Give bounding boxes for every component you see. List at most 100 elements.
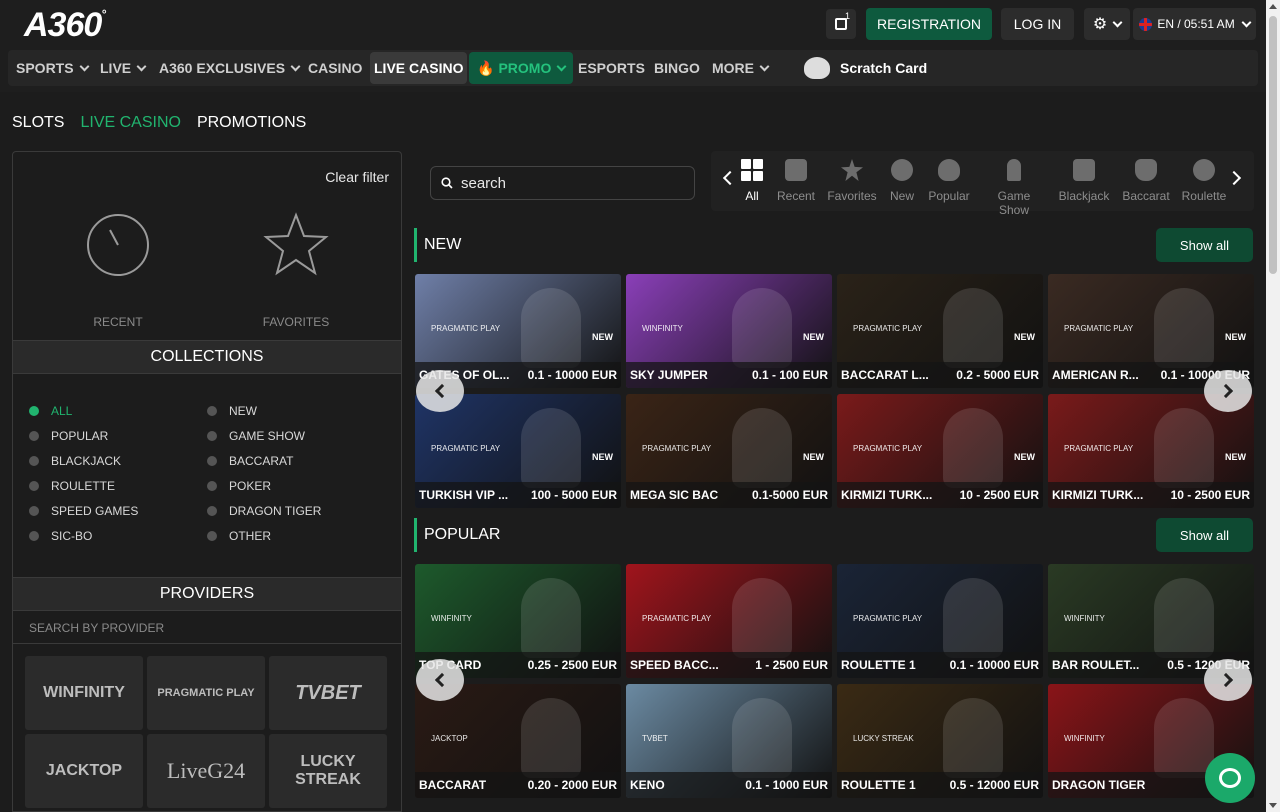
gear-icon: ⚙ xyxy=(1092,16,1108,33)
collection-item[interactable]: POPULAR xyxy=(29,429,207,443)
collection-item[interactable]: OTHER xyxy=(207,528,385,543)
dealer-image xyxy=(943,578,1003,658)
game-card[interactable]: PRAGMATIC PLAY NEW MEGA SIC BAC 0.1-5000 EU… xyxy=(626,394,832,508)
game-card[interactable]: JACKTOP BACCARAT 0.20 - 2000 EUR xyxy=(415,684,621,798)
dealer-image xyxy=(732,408,792,488)
nav-live[interactable]: LIVE xyxy=(96,52,149,84)
scrollbar-thumb[interactable] xyxy=(1269,16,1277,274)
radio-dot-icon xyxy=(207,455,217,466)
recent-filter[interactable]: RECENT xyxy=(73,212,163,329)
gift-button[interactable]: 1 xyxy=(826,9,856,39)
collection-item[interactable]: BACCARAT xyxy=(207,454,385,468)
chevron-down-icon xyxy=(1112,17,1123,27)
scratch-card-label: Scratch Card xyxy=(840,60,928,76)
page-scrollbar[interactable] xyxy=(1266,0,1280,812)
game-info-bar: ROULETTE 1 0.1 - 10000 EUR xyxy=(837,652,1043,678)
game-card[interactable]: PRAGMATIC PLAY ROULETTE 1 0.1 - 10000 EUR xyxy=(837,564,1043,678)
collection-label: GAME SHOW xyxy=(229,428,306,443)
radio-dot-icon xyxy=(29,530,39,541)
game-card[interactable]: TVBET KENO 0.1 - 1000 EUR xyxy=(626,684,832,798)
provider-tag: PRAGMATIC PLAY xyxy=(853,324,923,333)
scroll-up-icon[interactable] xyxy=(1269,4,1277,9)
collection-item[interactable]: ROULETTE xyxy=(29,479,207,493)
provider-pragmatic-play[interactable]: PRAGMATIC PLAY xyxy=(147,656,265,730)
game-name: BACCARAT xyxy=(419,778,487,792)
game-info-bar: KIRMIZI TURK... 10 - 2500 EUR xyxy=(1048,482,1254,508)
collection-item[interactable]: SIC-BO xyxy=(29,529,207,543)
game-name: KENO xyxy=(630,778,665,792)
language-time-button[interactable]: EN / 05:51 AM xyxy=(1133,8,1256,40)
microphone-icon xyxy=(1007,159,1021,181)
settings-button[interactable]: ⚙ xyxy=(1084,8,1130,40)
new-badge-icon xyxy=(891,159,913,181)
collection-item[interactable]: GAME SHOW xyxy=(207,428,385,443)
tab-live-casino[interactable]: LIVE CASINO xyxy=(80,114,180,132)
game-card[interactable]: PRAGMATIC PLAY NEW BACCARAT L... 0.2 - 5000… xyxy=(837,274,1043,388)
nav-bingo[interactable]: BINGO xyxy=(650,52,704,84)
favorites-filter[interactable]: FAVORITES xyxy=(251,212,341,329)
category-roulette[interactable]: Roulette xyxy=(1174,159,1234,203)
category-blackjack[interactable]: Blackjack xyxy=(1054,159,1114,203)
provider-liveg24[interactable]: LiveG24 xyxy=(147,734,265,808)
new-show-all-button[interactable]: Show all xyxy=(1156,228,1253,262)
scroll-down-icon[interactable] xyxy=(1269,803,1277,808)
nav-casino[interactable]: CASINO xyxy=(304,52,366,84)
collection-label: OTHER xyxy=(229,528,271,543)
radio-dot-icon xyxy=(29,505,39,516)
tab-promotions[interactable]: PROMOTIONS xyxy=(197,114,306,132)
section-accent xyxy=(414,228,417,262)
dealer-image xyxy=(521,408,581,488)
dealer-image xyxy=(732,698,792,778)
registration-button[interactable]: REGISTRATION xyxy=(866,8,992,40)
new-badge: NEW xyxy=(1225,452,1246,462)
category-recent[interactable]: Recent xyxy=(766,159,826,203)
nav-more[interactable]: MORE xyxy=(708,52,772,84)
provider-search-input[interactable]: SEARCH BY PROVIDER xyxy=(13,614,401,644)
popular-prev-button[interactable] xyxy=(416,659,464,701)
provider-lucky-streak[interactable]: LUCKY STREAK xyxy=(269,734,387,808)
collections-header: COLLECTIONS xyxy=(13,340,401,374)
game-card[interactable]: PRAGMATIC PLAY NEW KIRMIZI TURK... 10 - 250… xyxy=(837,394,1043,508)
category-baccarat[interactable]: Baccarat xyxy=(1116,159,1176,203)
category-game-show[interactable]: Game Show xyxy=(984,159,1044,217)
new-section-title: NEW xyxy=(424,236,462,253)
site-logo[interactable]: A360° xyxy=(24,6,106,45)
login-button[interactable]: LOG IN xyxy=(1001,8,1074,40)
popular-next-button[interactable] xyxy=(1204,659,1252,701)
live-chat-button[interactable] xyxy=(1205,753,1255,803)
nav-live-casino[interactable]: LIVE CASINO xyxy=(370,52,468,84)
radio-dot-icon xyxy=(207,530,217,541)
nav-promo[interactable]: 🔥 PROMO xyxy=(469,52,574,84)
popular-show-all-button[interactable]: Show all xyxy=(1156,518,1253,552)
collection-item[interactable]: POKER xyxy=(207,479,385,493)
nav-sports[interactable]: SPORTS xyxy=(12,52,92,84)
search-box[interactable] xyxy=(430,166,695,200)
category-popular[interactable]: Popular xyxy=(919,159,979,203)
tab-slots[interactable]: SLOTS xyxy=(12,114,64,132)
clear-filter-link[interactable]: Clear filter xyxy=(325,169,389,185)
game-limits: 0.1 - 1000 EUR xyxy=(745,778,828,792)
game-card[interactable]: WINFINITY NEW SKY JUMPER 0.1 - 100 EUR xyxy=(626,274,832,388)
nav-a360-exclusives[interactable]: A360 EXCLUSIVES xyxy=(155,52,303,84)
providers-header: PROVIDERS xyxy=(13,577,401,611)
collection-item[interactable]: SPEED GAMES xyxy=(29,504,207,518)
search-input[interactable] xyxy=(461,174,671,192)
dealer-image xyxy=(521,698,581,778)
game-card[interactable]: LUCKY STREAK ROULETTE 1 0.5 - 12000 EUR xyxy=(837,684,1043,798)
collection-item[interactable]: ALL xyxy=(29,404,207,418)
new-prev-button[interactable] xyxy=(416,370,464,412)
new-next-button[interactable] xyxy=(1204,370,1252,412)
new-badge: NEW xyxy=(803,452,824,462)
collection-item[interactable]: BLACKJACK xyxy=(29,454,207,468)
nav-scratch-card[interactable]: Scratch Card xyxy=(804,54,927,82)
collection-item[interactable]: NEW xyxy=(207,404,385,418)
dealer-image xyxy=(943,698,1003,778)
game-card[interactable]: PRAGMATIC PLAY SPEED BACC... 1 - 2500 EUR xyxy=(626,564,832,678)
provider-jacktop[interactable]: JACKTOP xyxy=(25,734,143,808)
provider-winfinity[interactable]: WINFINITY xyxy=(25,656,143,730)
provider-tvbet[interactable]: TVBET xyxy=(269,656,387,730)
collection-item[interactable]: DRAGON TIGER xyxy=(207,504,385,518)
sub-tabs: SLOTS LIVE CASINO PROMOTIONS xyxy=(12,114,306,132)
game-limits: 0.5 - 12000 EUR xyxy=(949,778,1039,792)
nav-esports[interactable]: ESPORTS xyxy=(574,52,649,84)
